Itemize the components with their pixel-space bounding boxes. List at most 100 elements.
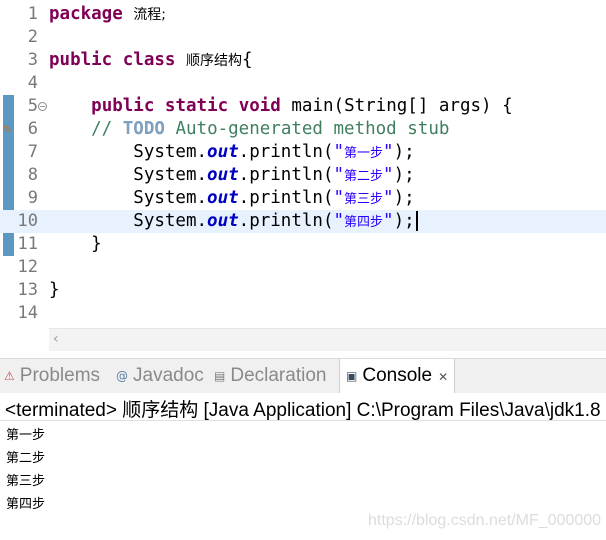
line-number: 6 (27, 119, 38, 139)
scroll-left-icon[interactable]: ‹ (53, 331, 59, 347)
console-output-line: 第一步 (6, 428, 46, 443)
statement-end: ); (393, 142, 415, 162)
watermark-text: https://blog.csdn.net/MF_000000 (368, 512, 602, 529)
line-number: 2 (27, 27, 38, 47)
code-line-2[interactable]: 2 (0, 26, 606, 49)
line-number: 5 (27, 96, 38, 116)
void-keyword: void (238, 96, 281, 116)
horizontal-scrollbar[interactable]: ‹ (49, 328, 606, 351)
package-name: 流程; (133, 7, 167, 23)
code-line-4[interactable]: 4 (0, 72, 606, 95)
problems-icon: ⚠ (4, 369, 15, 383)
class-keyword: class (122, 50, 176, 70)
code-line-10[interactable]: 10 System.out.println("第四步"); (0, 210, 606, 233)
method-signature: main(String[] args) { (291, 96, 513, 116)
console-status-line: <terminated> 顺序结构 [Java Application] C:\… (5, 400, 601, 421)
line-number: 4 (27, 73, 38, 93)
quote: " (383, 142, 394, 162)
tab-javadoc[interactable]: @ Javadoc (116, 359, 204, 393)
code-line-1[interactable]: 1 package 流程; (0, 3, 606, 26)
system-ref: System. (49, 211, 208, 231)
gutter-footer (0, 328, 49, 350)
statement-end: ); (393, 165, 415, 185)
tab-label: Declaration (230, 365, 327, 387)
println-call: .println( (238, 165, 334, 185)
fold-toggle-icon[interactable]: − (38, 102, 47, 111)
string-literal: 第三步 (344, 192, 384, 207)
code-line-6[interactable]: ✎ 6 // TODO Auto-generated method stub (0, 118, 606, 141)
console-icon: ▣ (346, 369, 358, 383)
tab-label: Problems (19, 365, 101, 387)
console-output-line: 第二步 (6, 451, 46, 466)
code-editor[interactable]: 1 package 流程; 2 3 public class 顺序结构{ 4 5… (0, 0, 606, 328)
line-number: 3 (27, 50, 38, 70)
code-line-13[interactable]: 13 } (0, 279, 606, 302)
quote: " (383, 165, 394, 185)
javadoc-icon: @ (116, 369, 128, 383)
line-number: 1 (27, 4, 38, 24)
string-literal: 第四步 (344, 215, 384, 230)
line-number: 14 (17, 303, 38, 323)
tab-label: Console (362, 365, 433, 387)
out-field: out (207, 142, 239, 162)
statement-end: ); (393, 211, 415, 231)
quote: " (333, 142, 345, 162)
system-ref: System. (49, 188, 208, 208)
code-line-7[interactable]: 7 System.out.println("第一步"); (0, 141, 606, 164)
statement-end: ); (393, 188, 415, 208)
out-field: out (207, 211, 239, 231)
code-line-8[interactable]: 8 System.out.println("第二步"); (0, 164, 606, 187)
line-number: 12 (17, 257, 38, 277)
close-icon[interactable]: ✕ (438, 370, 448, 384)
console-divider (0, 420, 606, 421)
quote: " (333, 165, 345, 185)
comment-text: Auto-generated method stub (164, 119, 450, 139)
line-number: 9 (27, 188, 38, 208)
line-number: 10 (17, 211, 38, 231)
code-line-9[interactable]: 9 System.out.println("第三步"); (0, 187, 606, 210)
class-name: 顺序结构 (186, 53, 242, 69)
system-ref: System. (49, 142, 208, 162)
tab-label: Javadoc (133, 365, 204, 387)
code-line-11[interactable]: 11 } (0, 233, 606, 256)
tab-problems[interactable]: ⚠ Problems (4, 359, 100, 393)
system-ref: System. (49, 165, 208, 185)
task-marker-icon[interactable]: ✎ (3, 123, 12, 136)
string-literal: 第二步 (344, 169, 384, 184)
line-number: 11 (17, 234, 38, 254)
quote: " (383, 211, 394, 231)
method-close-brace: } (49, 234, 102, 254)
console-output-line: 第三步 (6, 474, 46, 489)
view-tab-bar: ⚠ Problems @ Javadoc ▤ Declaration ▣ Console… (0, 358, 606, 393)
package-keyword: package (49, 4, 123, 24)
text-caret (415, 211, 418, 231)
class-close-brace: } (49, 280, 60, 300)
println-call: .println( (238, 142, 334, 162)
line-number: 13 (17, 280, 38, 300)
quote: " (333, 211, 345, 231)
quote: " (333, 188, 345, 208)
console-output-line: 第四步 (6, 497, 46, 512)
tab-declaration[interactable]: ▤ Declaration (214, 359, 326, 393)
declaration-icon: ▤ (214, 369, 226, 383)
line-number: 7 (27, 142, 38, 162)
code-line-14[interactable]: 14 (0, 302, 606, 325)
public-keyword: public (91, 96, 155, 116)
string-literal: 第一步 (344, 146, 384, 161)
line-number: 8 (27, 165, 38, 185)
code-line-12[interactable]: 12 (0, 256, 606, 279)
out-field: out (207, 165, 239, 185)
comment-prefix: // (49, 119, 123, 139)
println-call: .println( (238, 188, 334, 208)
println-call: .println( (238, 211, 334, 231)
tab-console[interactable]: ▣ Console ✕ (339, 359, 456, 393)
out-field: out (207, 188, 239, 208)
code-line-5[interactable]: 5 − public static void main(String[] arg… (0, 95, 606, 118)
public-keyword: public (49, 50, 113, 70)
todo-tag: TODO (122, 119, 165, 139)
code-line-3[interactable]: 3 public class 顺序结构{ (0, 49, 606, 72)
static-keyword: static (164, 96, 229, 116)
quote: " (383, 188, 394, 208)
open-brace: { (242, 50, 253, 70)
